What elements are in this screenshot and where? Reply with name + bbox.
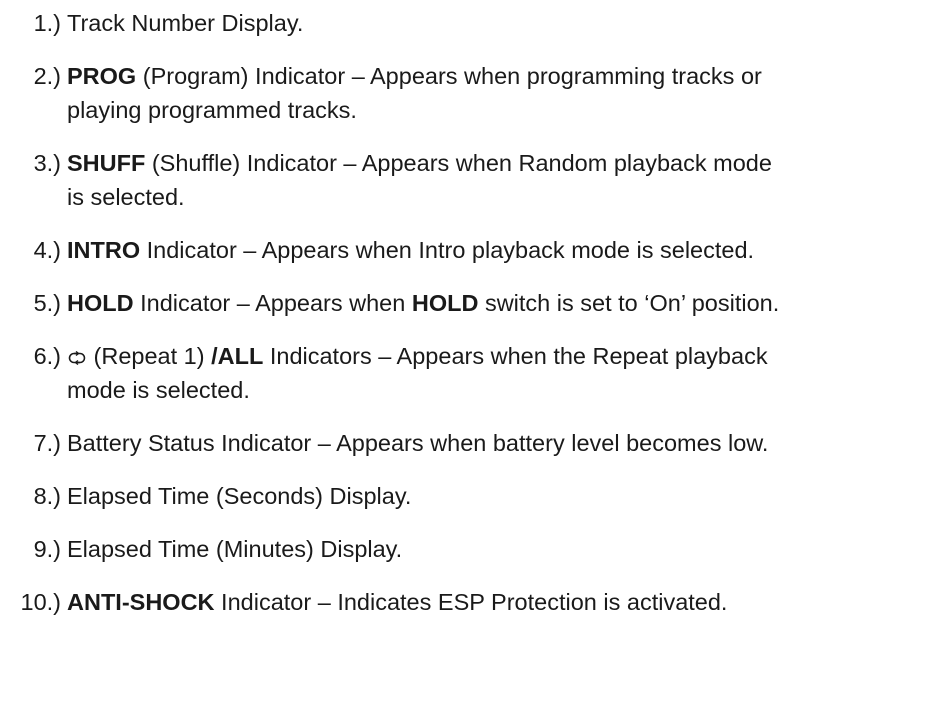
item-text-continued: playing programmed tracks. [67,97,357,123]
list-item: 9.) Elapsed Time (Minutes) Display. [0,532,952,566]
item-text: ANTI-SHOCK Indicator – Indicates ESP Pro… [67,589,728,615]
list-item: 8.) Elapsed Time (Seconds) Display. [0,479,952,513]
indicator-list: 1.) Track Number Display. 2.) PROG (Prog… [0,0,952,619]
indicator-name: /ALL [211,343,264,369]
switch-name: HOLD [411,290,479,316]
list-item: 3.) SHUFF (Shuffle) Indicator – Appears … [0,146,952,214]
indicator-name: HOLD [67,290,134,316]
item-text: INTRO Indicator – Appears when Intro pla… [67,237,755,263]
item-number: 5.) [33,290,61,316]
indicator-name: PROG [67,63,137,89]
item-number: 7.) [33,430,61,456]
item-text-continued: is selected. [67,184,185,210]
item-number: 10.) [20,589,62,615]
item-number: 6.) [33,343,61,369]
item-text: (Repeat 1) /ALL Indicators – Appears whe… [67,339,952,373]
indicator-name: ANTI-SHOCK [67,589,215,615]
list-item: 6.) (Repeat 1) /ALL Indicators – Appears… [0,339,952,407]
item-number: 8.) [33,483,61,509]
list-item: 10.) ANTI-SHOCK Indicator – Indicates ES… [0,585,952,619]
item-text: SHUFF (Shuffle) Indicator – Appears when… [67,150,772,176]
item-number: 1.) [33,10,61,36]
item-text: Elapsed Time (Seconds) Display. [67,483,412,509]
item-number: 4.) [33,237,61,263]
item-text-continued: mode is selected. [67,377,250,403]
indicator-name: INTRO [67,237,141,263]
item-number: 2.) [33,63,61,89]
item-text: Elapsed Time (Minutes) Display. [67,536,403,562]
list-item: 5.) HOLD Indicator – Appears when HOLD s… [0,286,952,320]
item-text: PROG (Program) Indicator – Appears when … [67,63,762,89]
list-item: 7.) Battery Status Indicator – Appears w… [0,426,952,460]
item-number: 3.) [33,150,61,176]
repeat-icon [68,351,86,365]
indicator-name: SHUFF [67,150,146,176]
item-text: Battery Status Indicator – Appears when … [67,430,769,456]
item-text: Track Number Display. [67,10,304,36]
list-item: 4.) INTRO Indicator – Appears when Intro… [0,233,952,267]
list-item: 2.) PROG (Program) Indicator – Appears w… [0,59,952,127]
item-number: 9.) [33,536,61,562]
list-item: 1.) Track Number Display. [0,6,952,40]
item-text: HOLD Indicator – Appears when HOLD switc… [67,290,780,316]
